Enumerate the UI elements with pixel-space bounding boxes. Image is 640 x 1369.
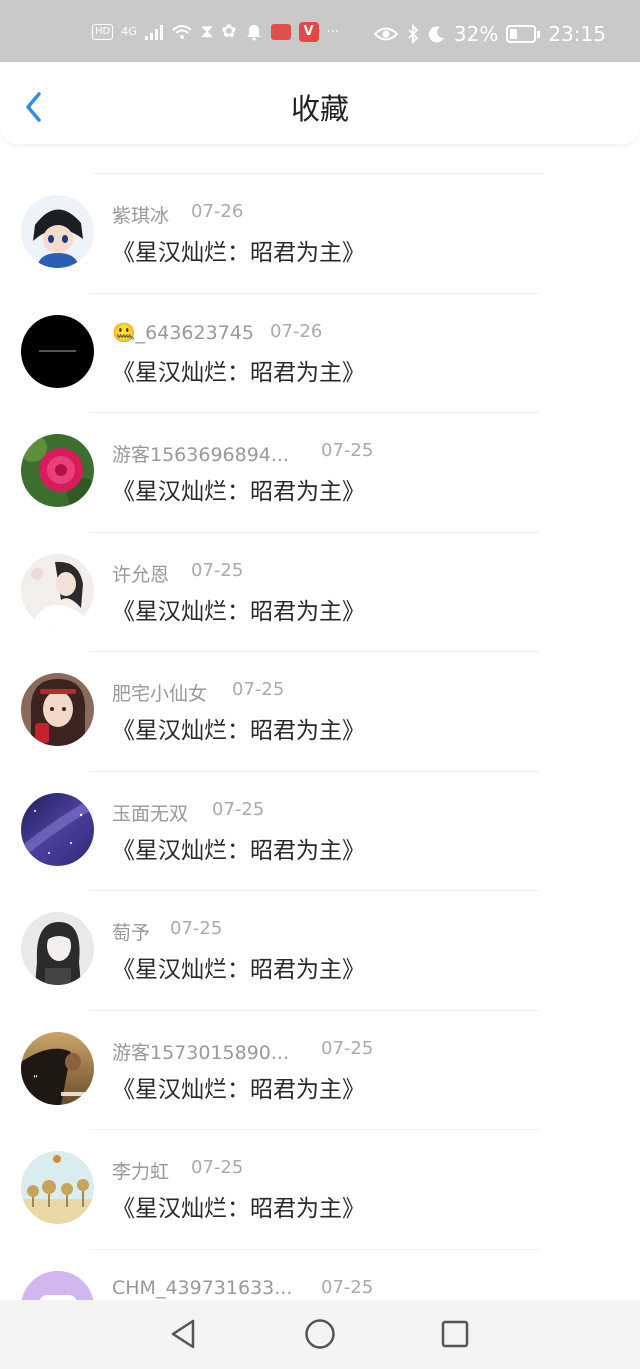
- user-name: 萄予: [112, 922, 151, 944]
- divider: [90, 890, 540, 891]
- status-bar: HD 4G ⧗ ✿ V ··· 32% 23:15: [0, 0, 640, 62]
- book-title: 《星汉灿烂：昭君为主》: [112, 718, 365, 744]
- list-item[interactable]: 萄予 07-25 《星汉灿烂：昭君为主》: [0, 898, 640, 1018]
- book-title: 《星汉灿烂：昭君为主》: [112, 957, 365, 983]
- favorite-date: 07-25: [212, 799, 265, 820]
- favorite-date: 07-25: [321, 440, 374, 461]
- divider: [90, 412, 540, 413]
- favorite-date: 07-25: [191, 1157, 244, 1178]
- favorite-date: 07-26: [270, 321, 323, 342]
- page-title: 收藏: [290, 92, 349, 126]
- favorite-date: 07-25: [191, 560, 244, 581]
- favorites-list: 紫琪冰 07-26 《星汉灿烂：昭君为主》 🤐_643623745 07-26 …: [0, 144, 640, 1300]
- book-title: 《星汉灿烂：昭君为主》: [112, 1077, 365, 1103]
- book-title: 《星汉灿烂：昭君为主》: [112, 360, 365, 386]
- app-icon: ✿: [221, 21, 237, 42]
- status-bar-left: HD 4G ⧗ ✿ V ···: [92, 22, 339, 42]
- video-app-icon: V: [298, 22, 319, 42]
- favorite-date: 07-25: [232, 679, 285, 700]
- network-type: 4G: [121, 25, 137, 38]
- divider: [90, 651, 540, 652]
- avatar: [21, 1151, 94, 1224]
- clock: 23:15: [548, 22, 606, 46]
- book-title: 《星汉灿烂：昭君为主》: [112, 838, 365, 864]
- divider: [90, 532, 540, 533]
- list-item[interactable]: 游客1563696894... 07-25 《星汉灿烂：昭君为主》: [0, 420, 640, 540]
- list-item[interactable]: 玉面无双 07-25 《星汉灿烂：昭君为主》: [0, 779, 640, 899]
- avatar: [21, 793, 94, 866]
- divider: [90, 1249, 540, 1250]
- status-bar-right: 32% 23:15: [373, 22, 606, 46]
- book-title: 《星汉灿烂：昭君为主》: [112, 1196, 365, 1222]
- user-name: CHM_439731633...: [112, 1277, 293, 1299]
- divider: [90, 1129, 540, 1130]
- triangle-back-icon: [171, 1319, 195, 1349]
- moon-icon: [428, 26, 444, 43]
- favorite-date: 07-25: [321, 1038, 374, 1059]
- book-title: 《星汉灿烂：昭君为主》: [112, 240, 365, 266]
- list-item[interactable]: CHM_439731633... 07-25: [0, 1257, 640, 1300]
- avatar: “: [21, 1032, 94, 1105]
- user-name: 🤐_643623745: [112, 322, 254, 344]
- user-name: 游客1573015890...: [112, 1042, 290, 1064]
- eye-icon: [373, 27, 398, 41]
- circle-home-icon: [305, 1319, 335, 1349]
- divider: [90, 771, 540, 772]
- hd-indicator: HD: [92, 24, 114, 40]
- nav-recent-button[interactable]: [437, 1316, 473, 1352]
- list-item[interactable]: 紫琪冰 07-26 《星汉灿烂：昭君为主》: [0, 181, 640, 301]
- avatar: [21, 315, 94, 388]
- list-item[interactable]: [0, 144, 640, 158]
- book-title: 《星汉灿烂：昭君为主》: [112, 599, 365, 625]
- bell-icon: [246, 25, 261, 41]
- favorite-date: 07-26: [191, 201, 244, 222]
- user-name: 游客1563696894...: [112, 444, 290, 466]
- user-name: 李力虹: [112, 1161, 170, 1183]
- square-recent-icon: [441, 1320, 469, 1348]
- avatar: [21, 1271, 94, 1300]
- nav-back-button[interactable]: [165, 1316, 201, 1352]
- user-name: 玉面无双: [112, 803, 189, 825]
- gift-app-icon: [270, 24, 291, 40]
- hourglass-icon: ⧗: [200, 21, 214, 42]
- divider: [92, 173, 544, 174]
- avatar: [21, 195, 94, 268]
- favorite-date: 07-25: [170, 918, 223, 939]
- battery-icon: [506, 25, 541, 43]
- nav-home-button[interactable]: [302, 1316, 338, 1352]
- svg-text:“: “: [33, 1074, 38, 1085]
- bluetooth-icon: [408, 24, 419, 44]
- divider: [90, 293, 540, 294]
- list-item[interactable]: 肥宅小仙女 07-25 《星汉灿烂：昭君为主》: [0, 659, 640, 779]
- wifi-icon: [172, 25, 192, 39]
- list-item[interactable]: 许允恩 07-25 《星汉灿烂：昭君为主》: [0, 540, 640, 660]
- signal-icon: [144, 24, 163, 40]
- list-item[interactable]: 李力虹 07-25 《星汉灿烂：昭君为主》: [0, 1137, 640, 1257]
- battery-percent: 32%: [453, 22, 499, 46]
- user-name: 紫琪冰: [112, 205, 170, 227]
- list-item[interactable]: 🤐_643623745 07-26 《星汉灿烂：昭君为主》: [0, 301, 640, 421]
- avatar: [21, 912, 94, 985]
- divider: [90, 1010, 540, 1011]
- system-navigation-bar: [0, 1300, 640, 1369]
- avatar: [21, 554, 94, 627]
- book-title: 《星汉灿烂：昭君为主》: [112, 479, 365, 505]
- avatar: [21, 434, 94, 507]
- list-item[interactable]: “ 游客1573015890... 07-25 《星汉灿烂：昭君为主》: [0, 1018, 640, 1138]
- avatar: [21, 673, 94, 746]
- favorite-date: 07-25: [321, 1277, 374, 1298]
- user-name: 肥宅小仙女: [112, 683, 208, 705]
- app-header: 收藏: [0, 62, 640, 144]
- more-notifications-icon: ···: [326, 24, 339, 40]
- user-name: 许允恩: [112, 564, 170, 586]
